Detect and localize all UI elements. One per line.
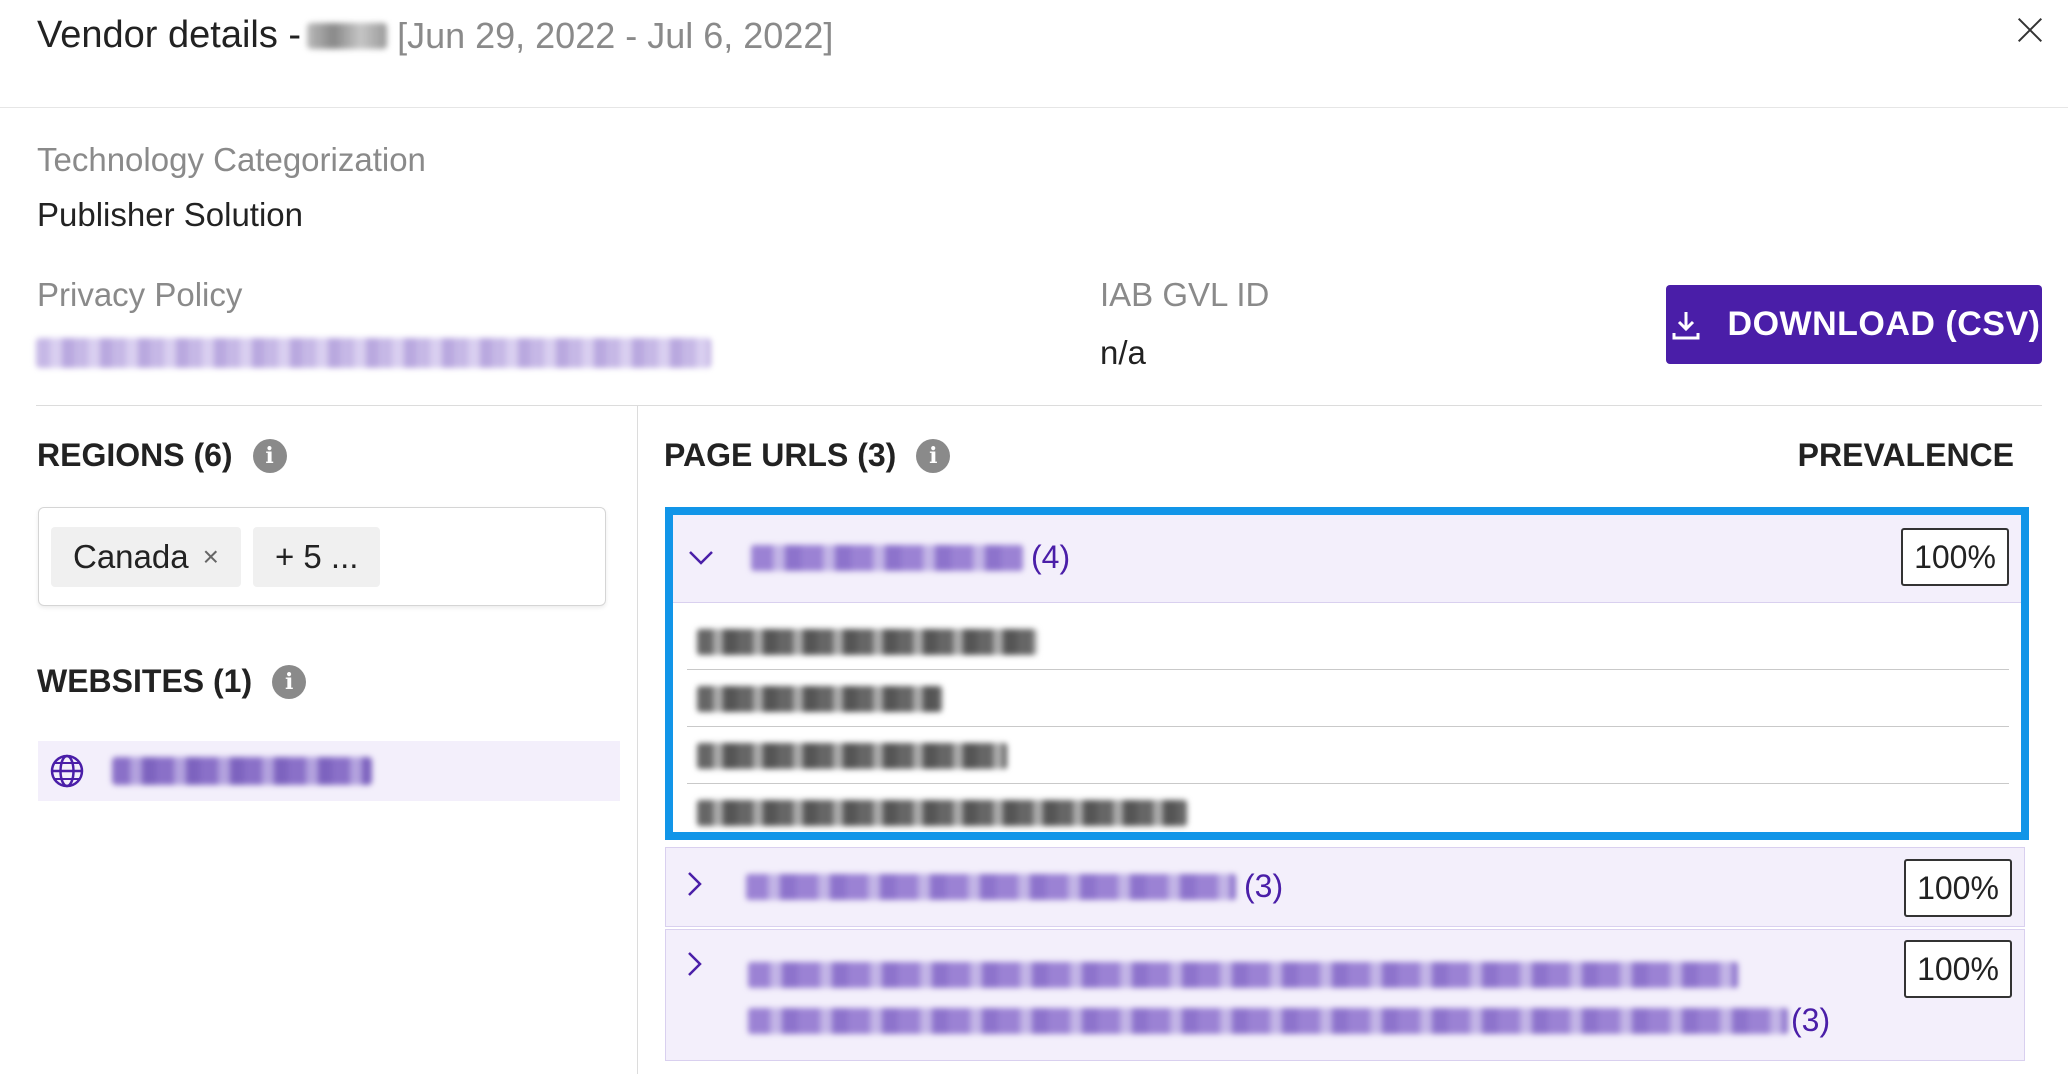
page-url-redacted[interactable] bbox=[746, 874, 1236, 900]
close-icon[interactable] bbox=[2008, 8, 2052, 52]
prevalence-badge: 100% bbox=[1901, 528, 2009, 586]
page-url-redacted[interactable] bbox=[748, 962, 1738, 988]
modal-title: Vendor details - [Jun 29, 2022 - Jul 6, … bbox=[37, 14, 833, 57]
chevron-right-icon[interactable] bbox=[680, 870, 708, 898]
date-range: [Jun 29, 2022 - Jul 6, 2022] bbox=[397, 14, 834, 56]
remove-region-icon[interactable]: × bbox=[203, 541, 219, 573]
websites-info-icon[interactable]: i bbox=[272, 664, 307, 699]
website-item[interactable] bbox=[38, 741, 620, 801]
page-url-row[interactable]: (3) 100% bbox=[665, 847, 2025, 927]
tech-category-label: Technology Categorization bbox=[37, 141, 426, 178]
sub-domain-redacted bbox=[697, 800, 1187, 826]
modal-header: Vendor details - [Jun 29, 2022 - Jul 6, … bbox=[0, 0, 2068, 108]
privacy-policy-link[interactable] bbox=[36, 338, 711, 368]
website-name-redacted bbox=[112, 757, 372, 785]
regions-title: REGIONS (6) bbox=[37, 437, 233, 473]
sub-domain-item bbox=[687, 784, 2009, 841]
sub-domain-item bbox=[687, 670, 2009, 727]
title-prefix: Vendor details - bbox=[37, 14, 302, 56]
regions-select[interactable]: Canada × + 5 ... bbox=[38, 507, 606, 606]
websites-title: WEBSITES (1) bbox=[37, 663, 253, 699]
page-url-count: (3) bbox=[1244, 868, 1284, 904]
page-urls-heading: PAGE URLS (3) i bbox=[664, 437, 951, 474]
download-label: DOWNLOAD (CSV) bbox=[1727, 305, 2041, 343]
sub-domain-item bbox=[687, 613, 2009, 670]
region-chip-more[interactable]: + 5 ... bbox=[252, 526, 381, 587]
sub-domain-item bbox=[687, 727, 2009, 784]
page-urls-info-icon[interactable]: i bbox=[916, 438, 951, 473]
download-csv-button[interactable]: DOWNLOAD (CSV) bbox=[1666, 285, 2042, 364]
page-urls-title: PAGE URLS (3) bbox=[664, 437, 897, 473]
sub-domain-redacted bbox=[697, 743, 1007, 769]
iab-gvl-label: IAB GVL ID bbox=[1100, 276, 1270, 313]
prevalence-heading: PREVALENCE bbox=[1797, 437, 2014, 473]
page-url-redacted[interactable] bbox=[751, 545, 1023, 571]
page-url-row[interactable]: (3) 100% bbox=[665, 929, 2025, 1061]
download-icon bbox=[1672, 311, 1700, 339]
region-more-label: + 5 ... bbox=[274, 537, 359, 575]
page-url-count: (3) bbox=[1791, 1002, 1831, 1038]
websites-heading: WEBSITES (1) i bbox=[37, 663, 307, 700]
prevalence-badge: 100% bbox=[1904, 940, 2012, 998]
page-url-row-header[interactable]: (4) 100% bbox=[673, 515, 2021, 603]
page-url-redacted-continued[interactable] bbox=[748, 1008, 1788, 1034]
chevron-right-icon[interactable] bbox=[680, 950, 708, 978]
section-divider bbox=[36, 405, 2042, 406]
page-url-count: (4) bbox=[1031, 539, 1071, 575]
globe-icon bbox=[50, 754, 84, 788]
regions-heading: REGIONS (6) i bbox=[37, 437, 287, 474]
region-chip-label: Canada bbox=[73, 537, 189, 575]
sub-domain-redacted bbox=[697, 686, 942, 712]
page-url-row-expanded: (4) 100% bbox=[665, 507, 2029, 840]
column-divider bbox=[637, 405, 638, 1074]
privacy-policy-label: Privacy Policy bbox=[37, 276, 243, 313]
vendor-name-redacted bbox=[307, 22, 388, 49]
chevron-down-icon[interactable] bbox=[687, 543, 715, 571]
prevalence-badge: 100% bbox=[1904, 859, 2012, 917]
sub-domain-redacted bbox=[697, 629, 1037, 655]
region-chip-canada[interactable]: Canada × bbox=[51, 526, 241, 587]
iab-gvl-value: n/a bbox=[1100, 334, 1146, 371]
regions-info-icon[interactable]: i bbox=[252, 438, 287, 473]
tech-category-value: Publisher Solution bbox=[37, 196, 303, 233]
